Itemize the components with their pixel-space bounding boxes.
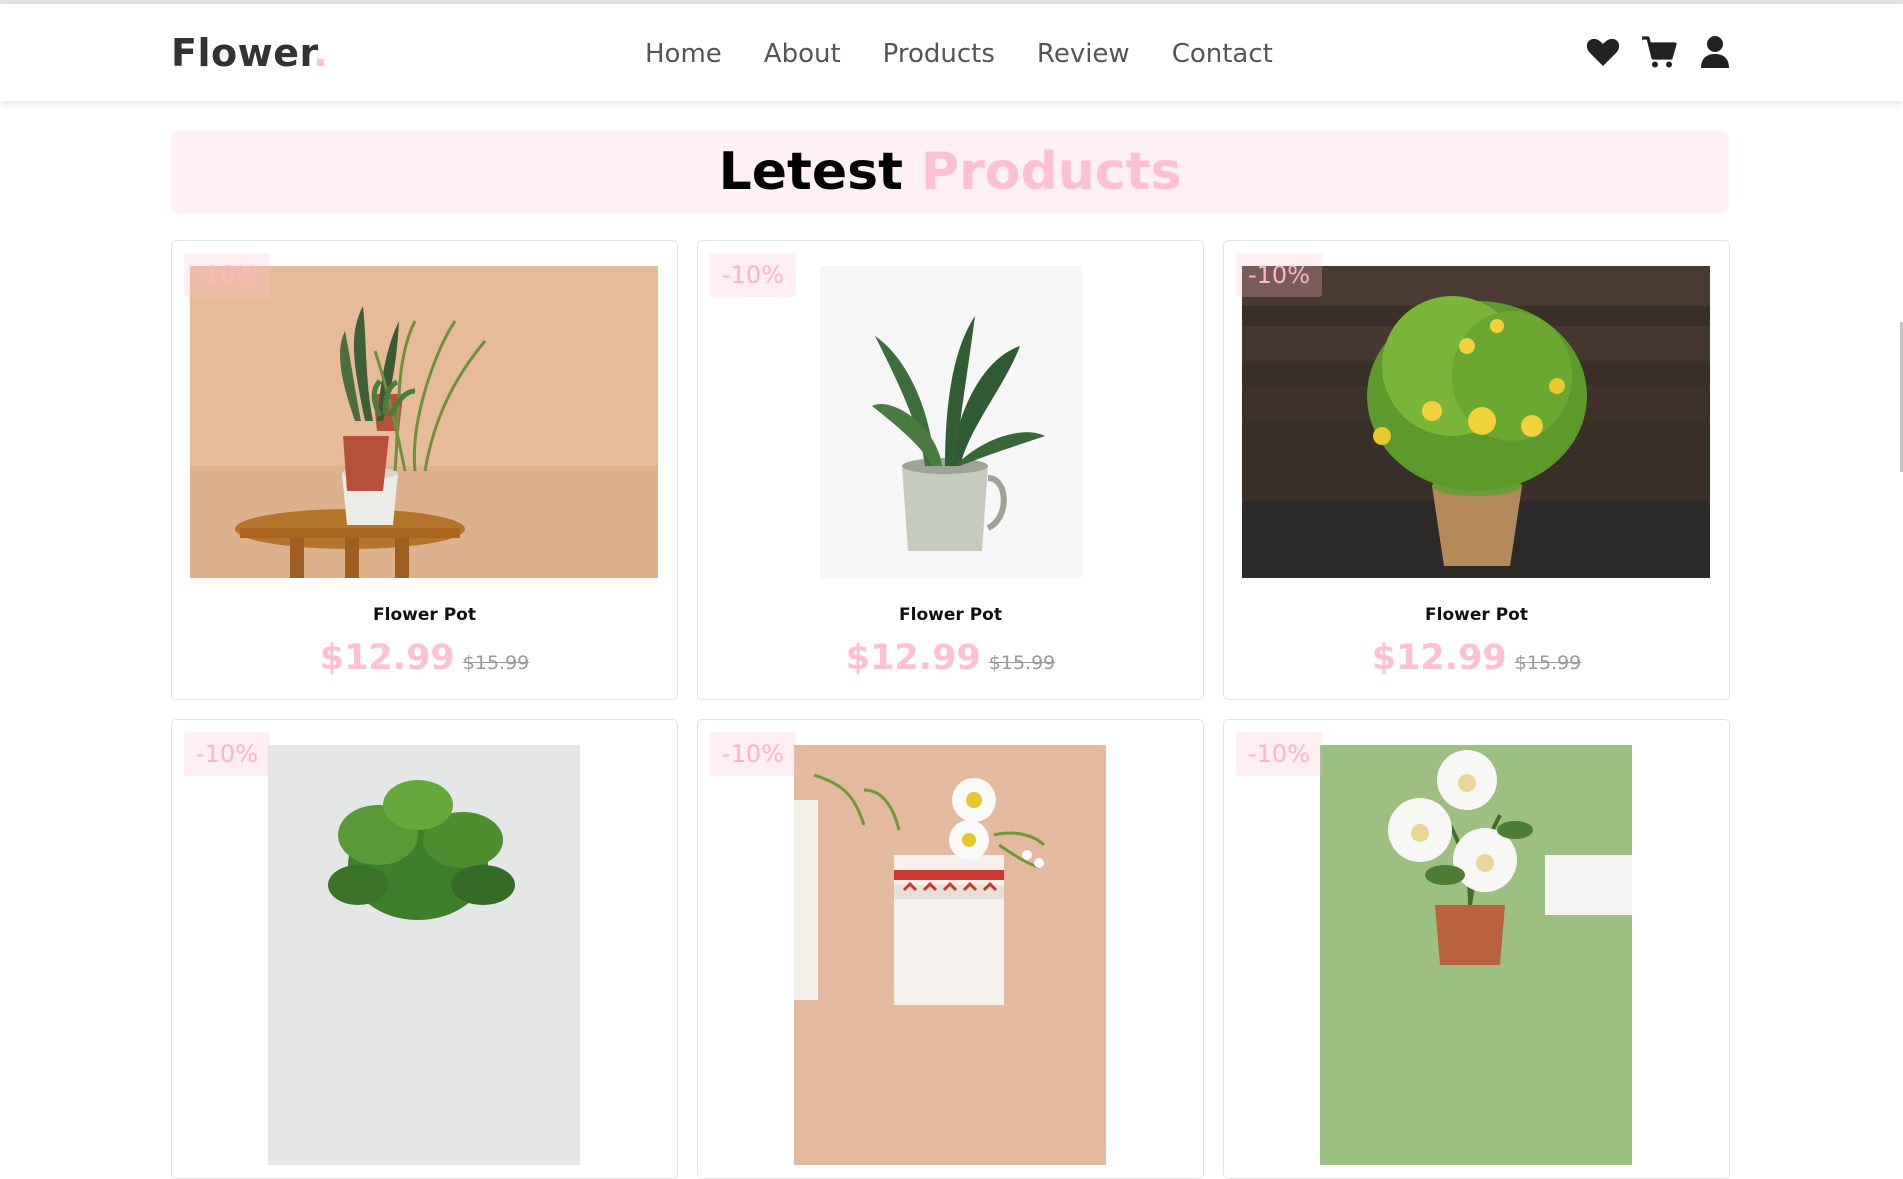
product-card[interactable]: -10% — [697, 719, 1204, 1179]
discount-badge: -10% — [1236, 253, 1323, 297]
user-icon[interactable] — [1697, 34, 1733, 70]
old-price: $15.99 — [1514, 652, 1582, 674]
logo-dot: . — [313, 31, 329, 75]
discount-badge: -10% — [710, 253, 797, 297]
current-price: $12.99 — [1371, 638, 1507, 678]
section-title-accent: Products — [921, 142, 1182, 202]
nav-contact[interactable]: Contact — [1172, 39, 1273, 69]
header-icons — [1585, 34, 1733, 70]
nav-about[interactable]: About — [764, 39, 841, 69]
product-image-yellow-flowers[interactable] — [1242, 266, 1710, 578]
site-header: Flower. Home About Products Review Conta… — [0, 4, 1903, 101]
discount-badge: -10% — [710, 732, 797, 776]
section-title-main: Letest — [718, 142, 903, 202]
product-image-white-peonies[interactable] — [1320, 745, 1632, 1165]
heart-icon[interactable] — [1585, 34, 1621, 70]
product-card[interactable]: -10% Flower Pot $12.99 $15.99 — [697, 240, 1204, 700]
main-nav: Home About Products Review Contact — [645, 39, 1273, 69]
logo[interactable]: Flower. — [171, 31, 328, 75]
product-card[interactable]: -10% Flower Pot $12.99 $15.99 — [171, 240, 678, 700]
current-price: $12.99 — [319, 638, 455, 678]
product-name: Flower Pot — [899, 605, 1002, 625]
product-name: Flower Pot — [1425, 605, 1528, 625]
product-image-leafy-plant[interactable] — [268, 745, 580, 1165]
product-price: $12.99 $15.99 — [698, 638, 1203, 678]
product-image-plants-on-stool[interactable] — [190, 266, 658, 578]
cart-icon[interactable] — [1641, 34, 1677, 70]
nav-home[interactable]: Home — [645, 39, 722, 69]
discount-badge: -10% — [184, 732, 271, 776]
old-price: $15.99 — [988, 652, 1056, 674]
product-image-plant-in-mug[interactable] — [820, 266, 1082, 578]
nav-review[interactable]: Review — [1037, 39, 1130, 69]
product-image-daisies-vase[interactable] — [794, 745, 1106, 1165]
nav-products[interactable]: Products — [883, 39, 995, 69]
current-price: $12.99 — [845, 638, 981, 678]
section-title: Letest Products — [171, 130, 1729, 214]
product-card[interactable]: -10% — [171, 719, 678, 1179]
logo-text: Flower — [171, 31, 314, 75]
product-price: $12.99 $15.99 — [172, 638, 677, 678]
product-card[interactable]: -10% Flower Pot $12.99 $15.99 — [1223, 240, 1730, 700]
product-card[interactable]: -10% — [1223, 719, 1730, 1179]
discount-badge: -10% — [184, 253, 271, 297]
old-price: $15.99 — [462, 652, 530, 674]
product-price: $12.99 $15.99 — [1224, 638, 1729, 678]
products-grid: -10% Flower Pot $12.99 $15.99 -10% Flowe… — [171, 240, 1730, 1179]
section-title-banner: Letest Products — [171, 130, 1729, 214]
discount-badge: -10% — [1236, 732, 1323, 776]
product-name: Flower Pot — [373, 605, 476, 625]
